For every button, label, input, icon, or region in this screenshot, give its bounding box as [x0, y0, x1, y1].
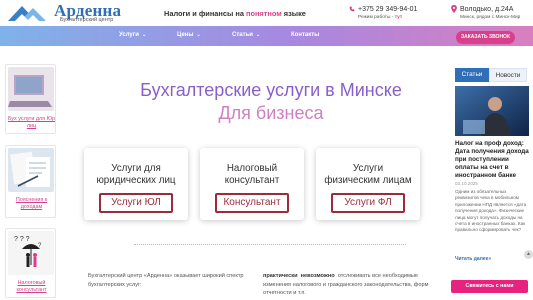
intro-text-right: практически невозможно отслеживать все н… — [263, 272, 446, 298]
card-title-line: физическим лицам — [324, 175, 412, 186]
hours-label: Режим работы - — [358, 15, 395, 20]
chevron-down-icon: ⌄ — [141, 32, 147, 38]
svg-text:? ? ?: ? ? ? — [14, 236, 30, 243]
laptop-photo — [8, 67, 54, 111]
nav-item-articles[interactable]: Статьи ⌄ — [232, 32, 260, 38]
chevron-down-icon: ⌄ — [255, 32, 261, 38]
intro-text: отслеживать все — [337, 273, 381, 279]
news-title[interactable]: Налог на проф доход: Дата получения дохо… — [455, 140, 531, 180]
section-divider — [134, 244, 406, 245]
card-title: Налоговый консультант — [200, 163, 304, 187]
address[interactable]: Володько, д.24А — [460, 6, 513, 13]
card-title-line: юридических лиц — [96, 175, 176, 186]
nav-label: Услуги — [119, 32, 139, 38]
nav-item-contacts[interactable]: Контакты — [291, 32, 319, 38]
sidebar-card-label[interactable]: Бух услуги для Юр лиц — [6, 116, 57, 130]
service-card-legal: Услуги для юридических лиц Услуги ЮЛ — [84, 148, 188, 220]
card-title-line: Услуги — [352, 163, 384, 174]
address-sub: Минск, рядом с Минск-Мир — [460, 15, 521, 20]
slogan: Налоги и финансы на понятном языке — [164, 9, 306, 18]
phone-icon — [349, 6, 355, 12]
read-more-link[interactable]: Читать далее» — [455, 256, 491, 262]
nav-label: Статьи — [232, 32, 253, 38]
card-title: Услуги физическим лицам — [316, 163, 420, 187]
site-header: Арденна Бухгалтерский центр Налоги и фин… — [0, 0, 533, 26]
slogan-post: языке — [281, 9, 306, 18]
nav-label: Контакты — [291, 32, 320, 38]
intro-text-left: Бухгалтерский центр «Арденна» оказывает … — [88, 273, 244, 288]
service-card-individuals: Услуги физическим лицам Услуги ФЛ — [316, 148, 420, 220]
scroll-up-icon[interactable]: ▲ — [524, 250, 533, 259]
nav-item-prices[interactable]: Цены ⌄ — [177, 32, 201, 38]
umbrella-people-illustration: ? ? ? ? — [8, 231, 54, 275]
phone-number[interactable]: +375 29 349-94-01 — [358, 6, 417, 13]
nav-label: Цены — [177, 32, 194, 38]
sidebar-card-label[interactable]: Пояснения к доходам — [6, 197, 57, 211]
nav-item-services[interactable]: Услуги ⌄ — [119, 32, 146, 38]
news-photo[interactable] — [455, 86, 529, 136]
contact-us-button[interactable]: Свяжитесь с нами — [451, 280, 528, 293]
callback-button[interactable]: ЗАКАЗАТЬ ЗВОНОК — [456, 31, 515, 44]
sidebar-card-income[interactable]: Пояснения к доходам — [5, 145, 56, 218]
tab-news[interactable]: Новости — [489, 68, 527, 82]
logo-subtitle: Бухгалтерский центр — [60, 17, 114, 23]
news-excerpt: Одним из обязательных реквизитов чека в … — [455, 189, 527, 233]
intro-bold: невозможно — [300, 273, 335, 279]
card-title-line: Налоговый — [226, 163, 278, 174]
main-nav: Услуги ⌄ Цены ⌄ Статьи ⌄ Контакты — [0, 26, 533, 46]
logo-icon[interactable] — [6, 3, 52, 23]
consultant-button[interactable]: Консультант — [215, 193, 289, 213]
sidebar-card-consultant[interactable]: ? ? ? ? Налоговый консультант — [5, 228, 56, 298]
sidebar-card-legal[interactable]: Бух услуги для Юр лиц — [5, 64, 56, 134]
card-title-line: консультант — [224, 175, 280, 186]
slogan-pre: Налоги и финансы на — [164, 9, 246, 18]
hours-link[interactable]: тут — [395, 15, 403, 20]
documents-photo — [8, 148, 54, 192]
page-subtitle: Для бизнеса — [218, 103, 324, 123]
location-pin-icon — [451, 5, 457, 13]
card-title: Услуги для юридических лиц — [84, 163, 188, 187]
tab-articles[interactable]: Статьи — [455, 68, 489, 82]
page-title: Бухгалтерские услуги в Минске — [140, 80, 402, 100]
chevron-down-icon: ⌄ — [196, 32, 201, 38]
news-date: 03.10.2025 — [455, 181, 478, 186]
card-title-line: Услуги для — [111, 163, 161, 174]
working-hours: Режим работы - тут — [358, 15, 402, 20]
services-individuals-button[interactable]: Услуги ФЛ — [331, 193, 405, 213]
sidebar-card-label[interactable]: Налоговый консультант — [6, 280, 57, 294]
services-legal-button[interactable]: Услуги ЮЛ — [99, 193, 173, 213]
slogan-highlight: понятном — [245, 9, 282, 18]
intro-bold: практически — [263, 273, 298, 279]
service-card-consultant: Налоговый консультант Консультант — [200, 148, 304, 220]
